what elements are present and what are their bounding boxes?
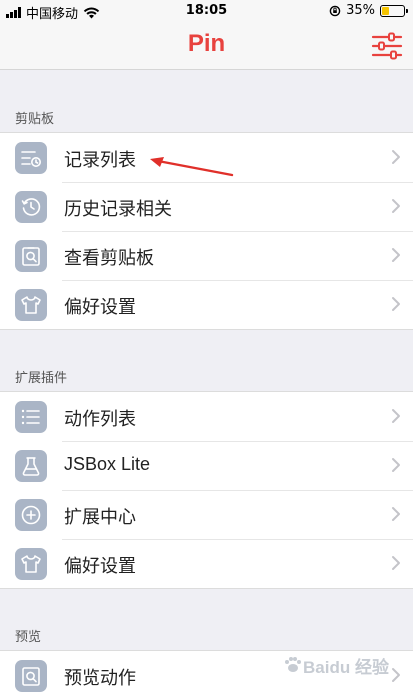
chevron-right-icon (392, 150, 400, 164)
history-clock-icon (15, 191, 47, 223)
chevron-right-icon (392, 199, 400, 213)
page-title: Pin (187, 30, 226, 57)
row-extension-center[interactable]: 扩展中心 (0, 490, 413, 539)
row-preferences-extensions[interactable]: 偏好设置 (0, 539, 413, 588)
paw-icon (285, 657, 301, 672)
chevron-right-icon (392, 458, 400, 472)
shirt-icon (15, 548, 47, 580)
section-header-extensions: 扩展插件 (15, 371, 68, 386)
plus-circle-icon (15, 499, 47, 531)
row-label: 历史记录相关 (64, 199, 172, 220)
section-header-preview: 预览 (15, 630, 42, 645)
chevron-right-icon (392, 297, 400, 311)
row-jsbox-lite[interactable]: JSBox Lite (0, 441, 413, 490)
row-label: 扩展中心 (64, 507, 136, 528)
section-header-clipboard: 剪贴板 (15, 112, 55, 127)
row-action-list[interactable]: 动作列表 (0, 392, 413, 441)
row-history[interactable]: 历史记录相关 (0, 182, 413, 231)
battery-fill (382, 6, 389, 15)
list-clock-icon (15, 142, 47, 174)
battery-icon (380, 4, 408, 17)
status-bar: 中国移动 18:05 35% (0, 0, 413, 22)
status-right: 35% (329, 3, 408, 18)
row-label: 查看剪贴板 (64, 248, 154, 269)
row-label: 记录列表 (64, 150, 136, 171)
row-label: 偏好设置 (64, 297, 136, 318)
watermark-text: Baidu 经验 (303, 658, 389, 677)
row-view-clipboard[interactable]: 查看剪贴板 (0, 231, 413, 280)
clipboard-search-icon (15, 240, 47, 272)
row-label: 动作列表 (64, 409, 136, 430)
chevron-right-icon (392, 409, 400, 423)
sliders-icon[interactable] (371, 32, 403, 60)
watermark-logo: Baidu 经验 (283, 643, 409, 689)
row-label: 偏好设置 (64, 556, 136, 577)
preview-icon (15, 660, 47, 692)
battery-percent: 35% (346, 3, 375, 18)
chevron-right-icon (392, 248, 400, 262)
row-label: 预览动作 (64, 668, 136, 689)
rotation-lock-icon (329, 5, 341, 16)
nav-bar: Pin (0, 22, 413, 70)
shirt-icon (15, 289, 47, 321)
flask-icon (15, 450, 47, 482)
extensions-group: 动作列表 JSBox Lite 扩展中心 偏好设置 (0, 391, 413, 589)
chevron-right-icon (392, 556, 400, 570)
row-label: JSBox Lite (64, 454, 151, 474)
chevron-right-icon (392, 507, 400, 521)
bullet-list-icon (15, 401, 47, 433)
annotation-arrow-icon (150, 157, 234, 177)
row-preferences[interactable]: 偏好设置 (0, 280, 413, 329)
